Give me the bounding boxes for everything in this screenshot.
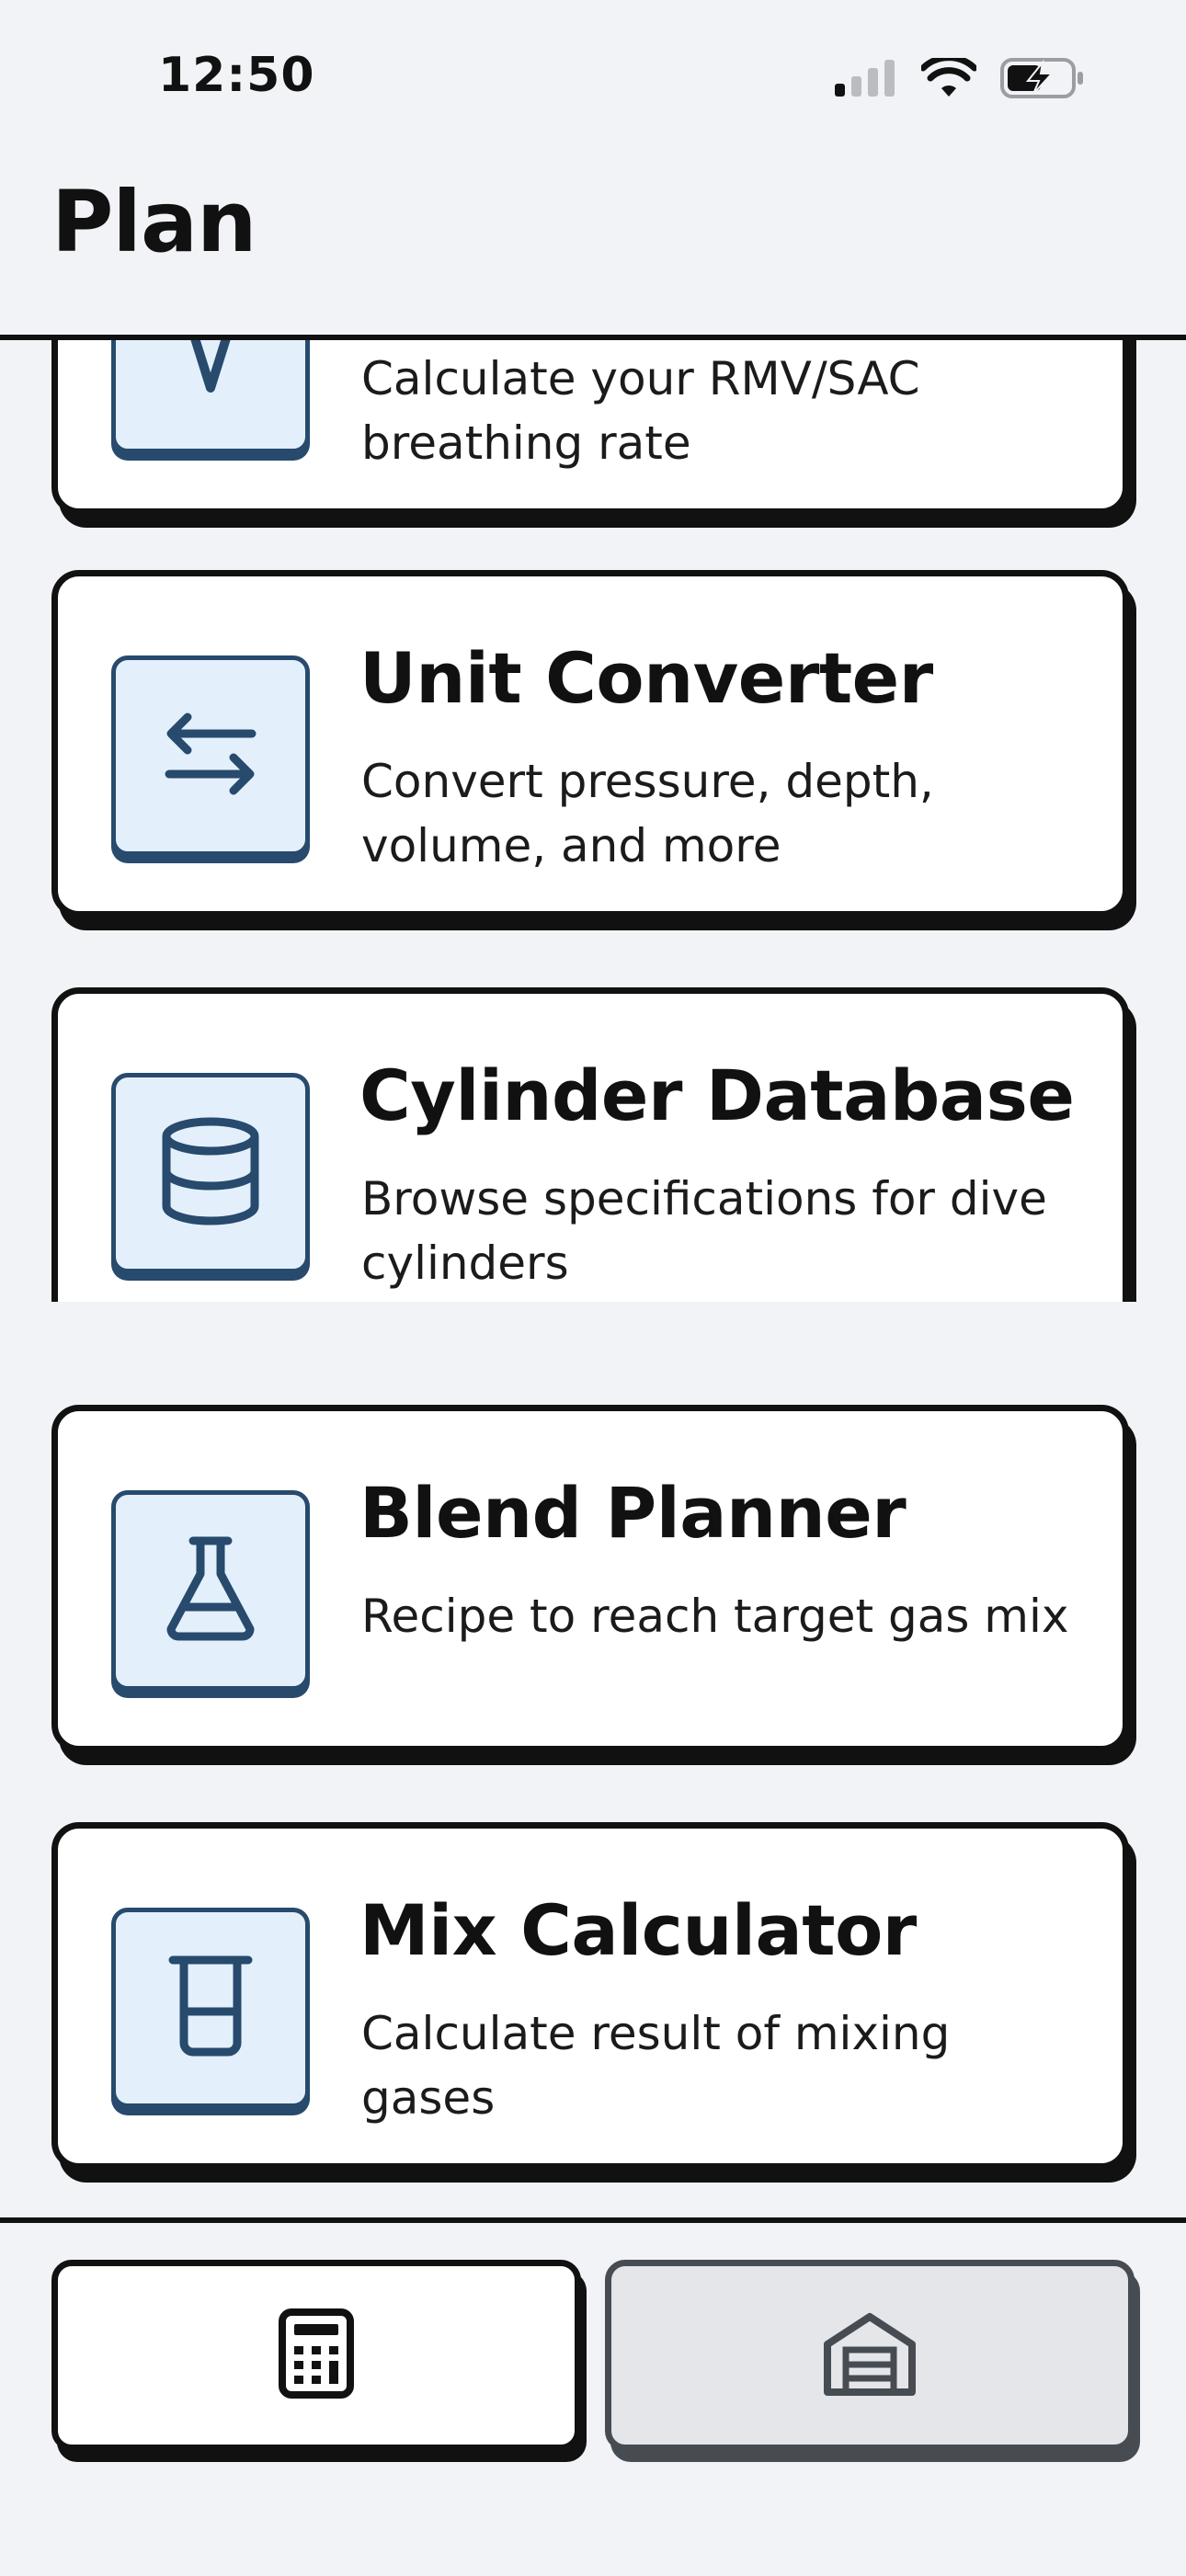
tool-description: Convert pressure, depth, volume, and mor…	[361, 755, 934, 872]
tool-description: Calculate result of mixing gases	[361, 2007, 951, 2125]
wifi-icon	[919, 54, 978, 102]
calculator-tab[interactable]	[51, 2260, 581, 2451]
tool-title: Cylinder Database	[359, 1054, 1075, 1136]
database-cylinder-icon	[160, 1116, 261, 1230]
tool-icon-box	[111, 1490, 310, 1691]
tool-title: Mix Calculator	[359, 1889, 917, 1971]
tab-bar	[0, 2217, 1186, 2576]
beaker-icon	[160, 1951, 261, 2065]
tool-description: Recipe to reach target gas mix	[361, 1590, 1069, 1643]
status-bar: 12:50	[0, 0, 1186, 156]
cellular-signal-icon	[833, 60, 897, 100]
status-icons	[833, 54, 1085, 103]
status-time: 12:50	[158, 48, 315, 103]
calculator-icon	[278, 2308, 355, 2403]
tool-title: Unit Converter	[359, 637, 933, 719]
tool-icon-box	[111, 655, 310, 856]
battery-charging-icon	[1000, 57, 1085, 103]
tool-card-mix-calculator[interactable]: Mix Calculator Calculate result of mixin…	[51, 1822, 1129, 2170]
gauge-icon	[155, 340, 266, 410]
tool-card-sac-rate[interactable]: Calculate your RMV/SAC breathing rate	[51, 340, 1129, 515]
garage-tab[interactable]	[605, 2260, 1135, 2451]
garage-icon	[822, 2309, 918, 2401]
page-title: Plan	[51, 173, 257, 271]
tool-list[interactable]: Calculate your RMV/SAC breathing rate Un…	[0, 340, 1186, 1302]
tool-title: Blend Planner	[359, 1472, 907, 1554]
tool-list-lower[interactable]: Blend Planner Recipe to reach target gas…	[0, 1302, 1186, 2217]
tool-icon-box	[111, 1073, 310, 1273]
tool-icon-box	[111, 1908, 310, 2108]
tool-description: Calculate your RMV/SAC breathing rate	[361, 352, 920, 470]
app-header: 12:50 Plan	[0, 0, 1186, 340]
tool-card-unit-converter[interactable]: Unit Converter Convert pressure, depth, …	[51, 570, 1129, 918]
tool-card-cylinder-database[interactable]: Cylinder Database Browse specifications …	[51, 987, 1129, 1302]
tool-icon-box	[111, 340, 310, 453]
tool-card-blend-planner[interactable]: Blend Planner Recipe to reach target gas…	[51, 1405, 1129, 1752]
arrows-exchange-icon	[160, 708, 261, 804]
flask-icon	[160, 1533, 261, 1647]
tool-description: Browse specifications for dive cylinders	[361, 1172, 1047, 1290]
